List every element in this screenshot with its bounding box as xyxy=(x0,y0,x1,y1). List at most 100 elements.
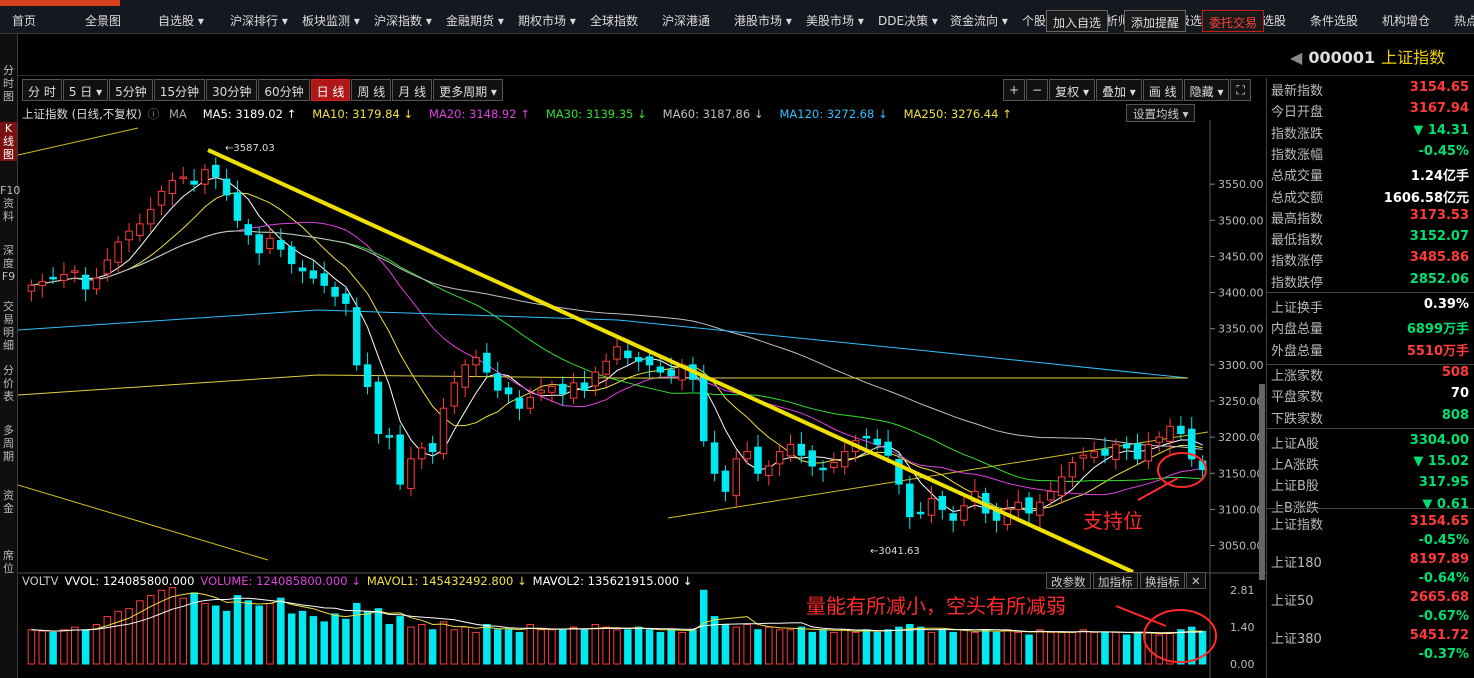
menu-item-3[interactable]: 沪深排行 ▾ xyxy=(230,8,288,29)
tool-0[interactable]: + xyxy=(1003,79,1026,101)
period-1[interactable]: 5 日 ▾ xyxy=(62,79,109,101)
period-7[interactable]: 周 线 xyxy=(351,79,392,101)
volume-bar xyxy=(38,630,47,665)
menu-item-7[interactable]: 期权市场 ▾ xyxy=(518,8,576,29)
index-list-row[interactable]: 上证指数 3154.65 xyxy=(1271,512,1471,533)
quote-value: 2852.06 xyxy=(1409,271,1469,287)
menu-item-4[interactable]: 板块监测 ▾ xyxy=(302,8,360,29)
rail-tab-2[interactable]: F10资料 xyxy=(0,184,20,223)
period-3[interactable]: 15分钟 xyxy=(153,79,206,101)
info-icon[interactable]: ⓘ xyxy=(148,107,160,121)
candle-body xyxy=(1036,501,1044,516)
menu-item-12[interactable]: DDE决策 ▾ xyxy=(878,8,938,29)
menu-item-9[interactable]: 沪深港通 xyxy=(662,8,710,29)
index-list-pct: -0.37% xyxy=(1418,647,1470,662)
rail-tab-4[interactable]: 交易明细 xyxy=(0,300,17,352)
candle-body xyxy=(591,371,600,387)
rail-tab-5[interactable]: 分价表 xyxy=(0,364,17,403)
index-list-row[interactable]: 上证50 2665.68 xyxy=(1271,588,1471,609)
candle-body xyxy=(765,465,773,476)
quote-row: 上证A股 3304.00 xyxy=(1271,431,1471,452)
menu-item-19[interactable]: 机构增仓 xyxy=(1382,8,1430,29)
menu-item-6[interactable]: 金融期货 ▾ xyxy=(446,8,504,29)
volume-bar xyxy=(862,629,871,665)
tool-3[interactable]: 叠加 ▾ xyxy=(1095,79,1142,101)
add-alert-button[interactable]: 添加提醒 xyxy=(1124,10,1187,32)
vol-button-3[interactable]: ✕ xyxy=(1186,572,1206,589)
candle-body xyxy=(1122,443,1131,449)
candle-body xyxy=(830,461,838,468)
vol-tick-label: 1.40 xyxy=(1230,621,1255,634)
index-list-pct: -0.64% xyxy=(1418,571,1470,586)
candle-body xyxy=(1112,443,1120,461)
index-list-row[interactable]: 上证180 8197.89 xyxy=(1271,550,1471,571)
back-arrow-icon[interactable]: ◀ xyxy=(1290,48,1302,67)
period-5[interactable]: 60分钟 xyxy=(258,79,310,101)
rail-tab-6[interactable]: 多周期 xyxy=(0,424,17,463)
volume-bar xyxy=(754,629,762,665)
volume-bar xyxy=(981,629,990,665)
tool-6[interactable]: ⛶ xyxy=(1230,79,1251,101)
add-watch-button[interactable]: 加入自选 xyxy=(1046,10,1109,32)
candle-body xyxy=(309,270,318,279)
rail-tab-3[interactable]: 深度F9 xyxy=(0,244,17,283)
menu-item-8[interactable]: 全球指数 xyxy=(590,8,638,29)
tool-1[interactable]: − xyxy=(1026,79,1049,101)
volume-annotation: 量能有所减小，空头有所减弱 xyxy=(806,594,1066,618)
chart-scrollbar[interactable] xyxy=(1259,384,1265,580)
quote-value: 70 xyxy=(1450,386,1469,402)
menu-item-13[interactable]: 资金流向 ▾ xyxy=(950,8,1008,29)
rail-tab-1[interactable]: K线图 xyxy=(0,122,17,161)
volume-bar xyxy=(548,629,556,665)
menu-item-10[interactable]: 港股市场 ▾ xyxy=(734,8,792,29)
quote-label: 指数涨停 xyxy=(1271,254,1324,270)
quote-label: 下跌家数 xyxy=(1271,411,1324,427)
candle-body xyxy=(548,386,556,393)
period-bar: 分 时5 日 ▾ 5分钟 15分钟 30分钟 60分钟日 线周 线月 线更多周期 ▾ xyxy=(22,79,504,101)
candle-body xyxy=(938,495,947,510)
tool-4[interactable]: 画 线 xyxy=(1142,79,1183,101)
menu-item-20[interactable]: 热点 xyxy=(1454,8,1474,29)
menu-item-2[interactable]: 自选股 ▾ xyxy=(158,8,204,29)
vol-button-1[interactable]: 加指标 xyxy=(1093,572,1138,589)
period-2[interactable]: 5分钟 xyxy=(109,79,153,101)
trade-button[interactable]: 委托交易 xyxy=(1202,10,1265,32)
rail-tab-8[interactable]: 席位 xyxy=(0,549,17,575)
period-4[interactable]: 30分钟 xyxy=(206,79,258,101)
menu-item-18[interactable]: 条件选股 xyxy=(1310,8,1358,29)
menu-item-1[interactable]: 全景图 xyxy=(85,8,121,29)
volume-bar xyxy=(439,621,448,665)
menu-item-11[interactable]: 美股市场 ▾ xyxy=(806,8,864,29)
downtrend-line xyxy=(207,148,1134,574)
period-6[interactable]: 日 线 xyxy=(310,79,351,101)
y-tick-label: 3050.00 xyxy=(1218,540,1264,553)
quote-row: 内盘总量 6899万手 xyxy=(1271,316,1471,337)
menu-item-5[interactable]: 沪深指数 ▾ xyxy=(374,8,432,29)
ma-value-5: MA120: 3272.68 ↓ xyxy=(779,107,888,121)
kline-chart[interactable]: 3550.00 3500.00 3450.00 3400.00 3350.00 3300.… xyxy=(18,120,1266,678)
volume-bar xyxy=(363,610,372,665)
rail-tab-0[interactable]: 分时图 xyxy=(0,64,17,103)
menu-item-0[interactable]: 首页 xyxy=(12,8,36,29)
volume-bar xyxy=(949,631,957,665)
candle-body xyxy=(190,180,198,185)
period-0[interactable]: 分 时 xyxy=(22,79,62,101)
quote-value: 3173.53 xyxy=(1409,207,1469,223)
tool-2[interactable]: 复权 ▾ xyxy=(1049,79,1095,101)
candle-body xyxy=(244,224,253,236)
volume-bar xyxy=(537,629,545,665)
candle-body xyxy=(27,284,36,292)
support-arrow xyxy=(1137,477,1179,501)
period-8[interactable]: 月 线 xyxy=(392,79,433,101)
vol-button-2[interactable]: 换指标 xyxy=(1140,572,1185,589)
vol-button-0[interactable]: 改参数 xyxy=(1046,572,1091,589)
index-list-row[interactable]: 上证380 5451.72 xyxy=(1271,626,1471,647)
rail-tab-7[interactable]: 资金 xyxy=(0,489,17,515)
candle-body xyxy=(1144,443,1153,462)
volume-bar xyxy=(201,602,209,665)
candle-body xyxy=(60,273,68,281)
volume-bar xyxy=(320,621,328,665)
candle-body xyxy=(819,467,827,471)
tool-5[interactable]: 隐藏 ▾ xyxy=(1183,79,1230,101)
period-9[interactable]: 更多周期 ▾ xyxy=(433,79,503,101)
